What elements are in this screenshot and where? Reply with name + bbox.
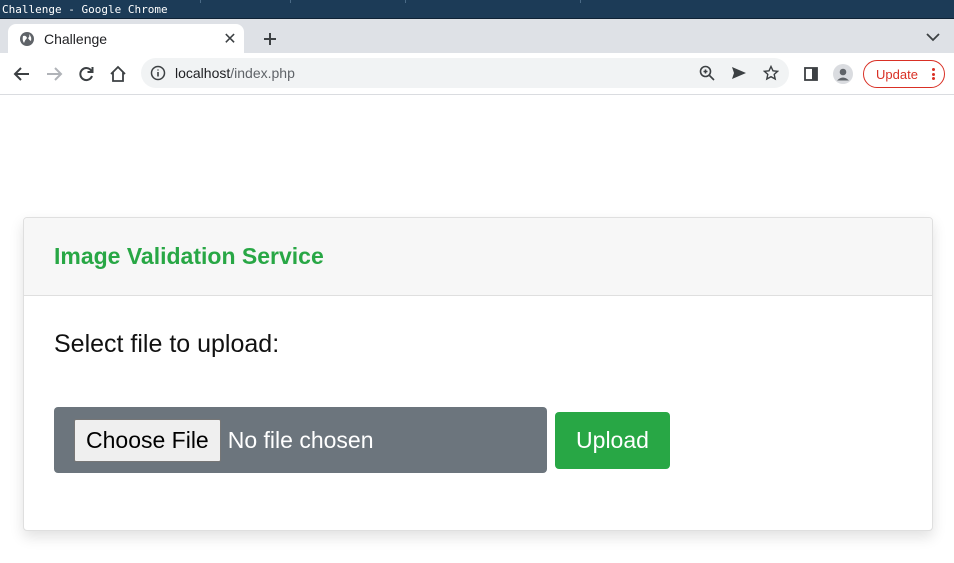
- tab-challenge[interactable]: Challenge ✕: [8, 24, 244, 53]
- profile-avatar-icon[interactable]: [831, 62, 855, 86]
- browser-toolbar: localhost/index.php Update: [0, 53, 954, 95]
- file-status: No file chosen: [227, 426, 374, 453]
- reload-icon[interactable]: [74, 62, 98, 86]
- upload-button[interactable]: Upload: [555, 412, 670, 469]
- send-icon[interactable]: [729, 63, 749, 83]
- tab-title: Challenge: [44, 30, 108, 47]
- side-panel-icon[interactable]: [799, 62, 823, 86]
- upload-card: Image Validation Service Select file to …: [23, 217, 933, 531]
- zoom-icon[interactable]: [697, 63, 717, 83]
- card-header: Image Validation Service: [24, 218, 932, 296]
- page-title: Image Validation Service: [54, 243, 324, 269]
- file-input[interactable]: Choose File No file chosen: [54, 407, 547, 473]
- address-bar[interactable]: localhost/index.php: [141, 58, 789, 88]
- os-window-titlebar: Challenge - Google Chrome: [0, 0, 954, 19]
- plus-icon: [264, 33, 276, 45]
- url-text: localhost/index.php: [175, 65, 295, 81]
- info-icon[interactable]: [150, 65, 166, 81]
- close-icon[interactable]: ✕: [220, 29, 240, 49]
- window-title: Challenge - Google Chrome: [2, 3, 168, 16]
- chevron-down-icon[interactable]: [924, 28, 942, 46]
- page-content: Image Validation Service Select file to …: [0, 95, 954, 563]
- tab-strip: Challenge ✕: [0, 19, 954, 53]
- forward-arrow-icon[interactable]: [42, 62, 66, 86]
- update-label: Update: [876, 66, 918, 82]
- star-icon[interactable]: [761, 63, 781, 83]
- globe-icon: [19, 31, 35, 47]
- update-button[interactable]: Update: [863, 60, 945, 88]
- new-tab-button[interactable]: [258, 27, 282, 51]
- more-menu-icon[interactable]: [928, 66, 938, 82]
- back-arrow-icon[interactable]: [10, 62, 34, 86]
- upload-prompt: Select file to upload:: [54, 330, 280, 358]
- home-icon[interactable]: [106, 62, 130, 86]
- choose-file-button[interactable]: Choose File: [74, 418, 221, 462]
